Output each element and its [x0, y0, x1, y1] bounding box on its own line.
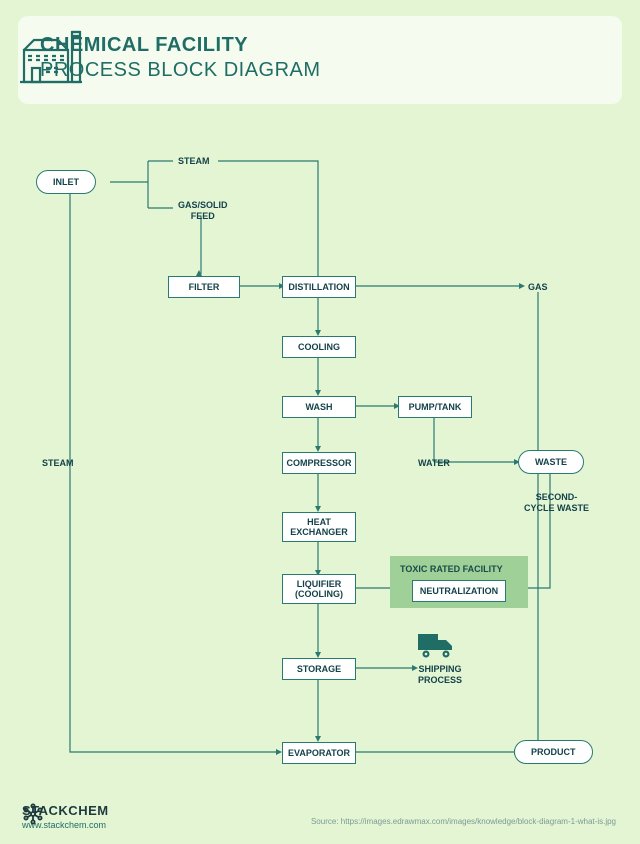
source-text: Source: https://images.edrawmax.com/imag…: [311, 817, 616, 826]
label-shipping: SHIPPING PROCESS: [418, 664, 462, 686]
label-gas-solid: GAS/SOLID FEED: [178, 200, 228, 222]
node-liquifier: LIQUIFIER (COOLING): [282, 574, 356, 604]
node-cooling: COOLING: [282, 336, 356, 358]
node-inlet: INLET: [36, 170, 96, 194]
toxic-facility-box: TOXIC RATED FACILITY NEUTRALIZATION: [390, 556, 528, 608]
factory-icon: [18, 30, 84, 86]
node-product: PRODUCT: [514, 740, 593, 764]
title-line2: PROCESS BLOCK DIAGRAM: [40, 59, 600, 82]
node-waste: WASTE: [518, 450, 584, 474]
node-compressor: COMPRESSOR: [282, 452, 356, 474]
node-pumptank: PUMP/TANK: [398, 396, 472, 418]
truck-icon: [416, 630, 456, 660]
label-gas: GAS: [528, 282, 548, 293]
label-toxic: TOXIC RATED FACILITY: [400, 564, 518, 574]
node-distillation: DISTILLATION: [282, 276, 356, 298]
label-steam-top: STEAM: [178, 156, 210, 167]
node-storage: STORAGE: [282, 658, 356, 680]
node-neutralization: NEUTRALIZATION: [412, 580, 506, 602]
label-steam-left: STEAM: [42, 458, 74, 469]
node-wash: WASH: [282, 396, 356, 418]
label-second-cycle: SECOND- CYCLE WASTE: [524, 492, 589, 514]
label-water: WATER: [418, 458, 450, 469]
node-heatex: HEAT EXCHANGER: [282, 512, 356, 542]
node-evaporator: EVAPORATOR: [282, 742, 356, 764]
node-filter: FILTER: [168, 276, 240, 298]
footer: STACKCHEM www.stackchem.com: [22, 803, 109, 830]
diagram-area: INLET STEAM GAS/SOLID FEED FILTER DISTIL…: [18, 136, 622, 794]
header-card: CHEMICAL FACILITY PROCESS BLOCK DIAGRAM: [18, 16, 622, 104]
logo-icon: [22, 803, 44, 825]
title-line1: CHEMICAL FACILITY: [40, 34, 600, 57]
